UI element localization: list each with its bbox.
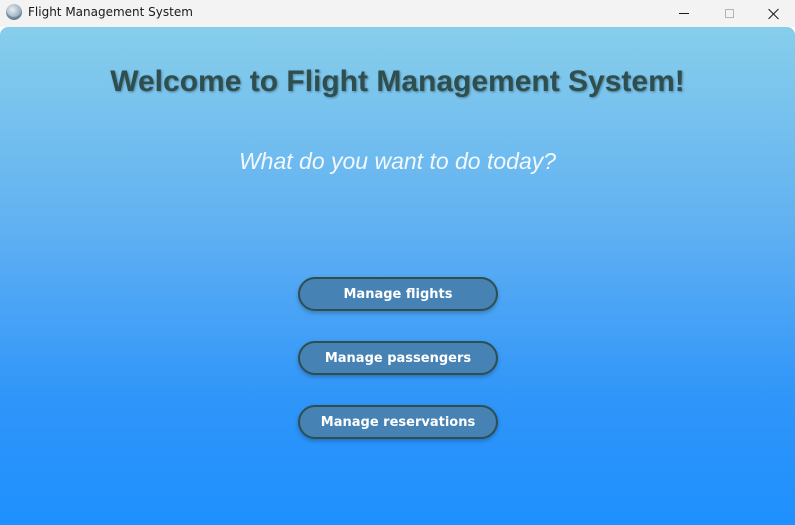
- minimize-button[interactable]: [661, 0, 707, 27]
- app-globe-icon: [6, 4, 22, 20]
- manage-passengers-button[interactable]: Manage passengers: [298, 341, 498, 375]
- window-title: Flight Management System: [28, 5, 193, 19]
- title-bar[interactable]: Flight Management System: [0, 0, 795, 27]
- welcome-heading: Welcome to Flight Management System!: [110, 65, 685, 98]
- app-window: Flight Management System Welcome to Flig…: [0, 0, 795, 525]
- minimize-icon: [679, 13, 689, 14]
- main-panel: Welcome to Flight Management System! Wha…: [0, 27, 795, 525]
- manage-flights-button[interactable]: Manage flights: [298, 277, 498, 311]
- close-button[interactable]: [751, 0, 795, 27]
- prompt-subheading: What do you want to do today?: [238, 148, 557, 174]
- maximize-icon: [724, 9, 734, 18]
- manage-reservations-button[interactable]: Manage reservations: [298, 405, 498, 439]
- close-icon: [768, 8, 780, 20]
- maximize-button[interactable]: [706, 0, 752, 27]
